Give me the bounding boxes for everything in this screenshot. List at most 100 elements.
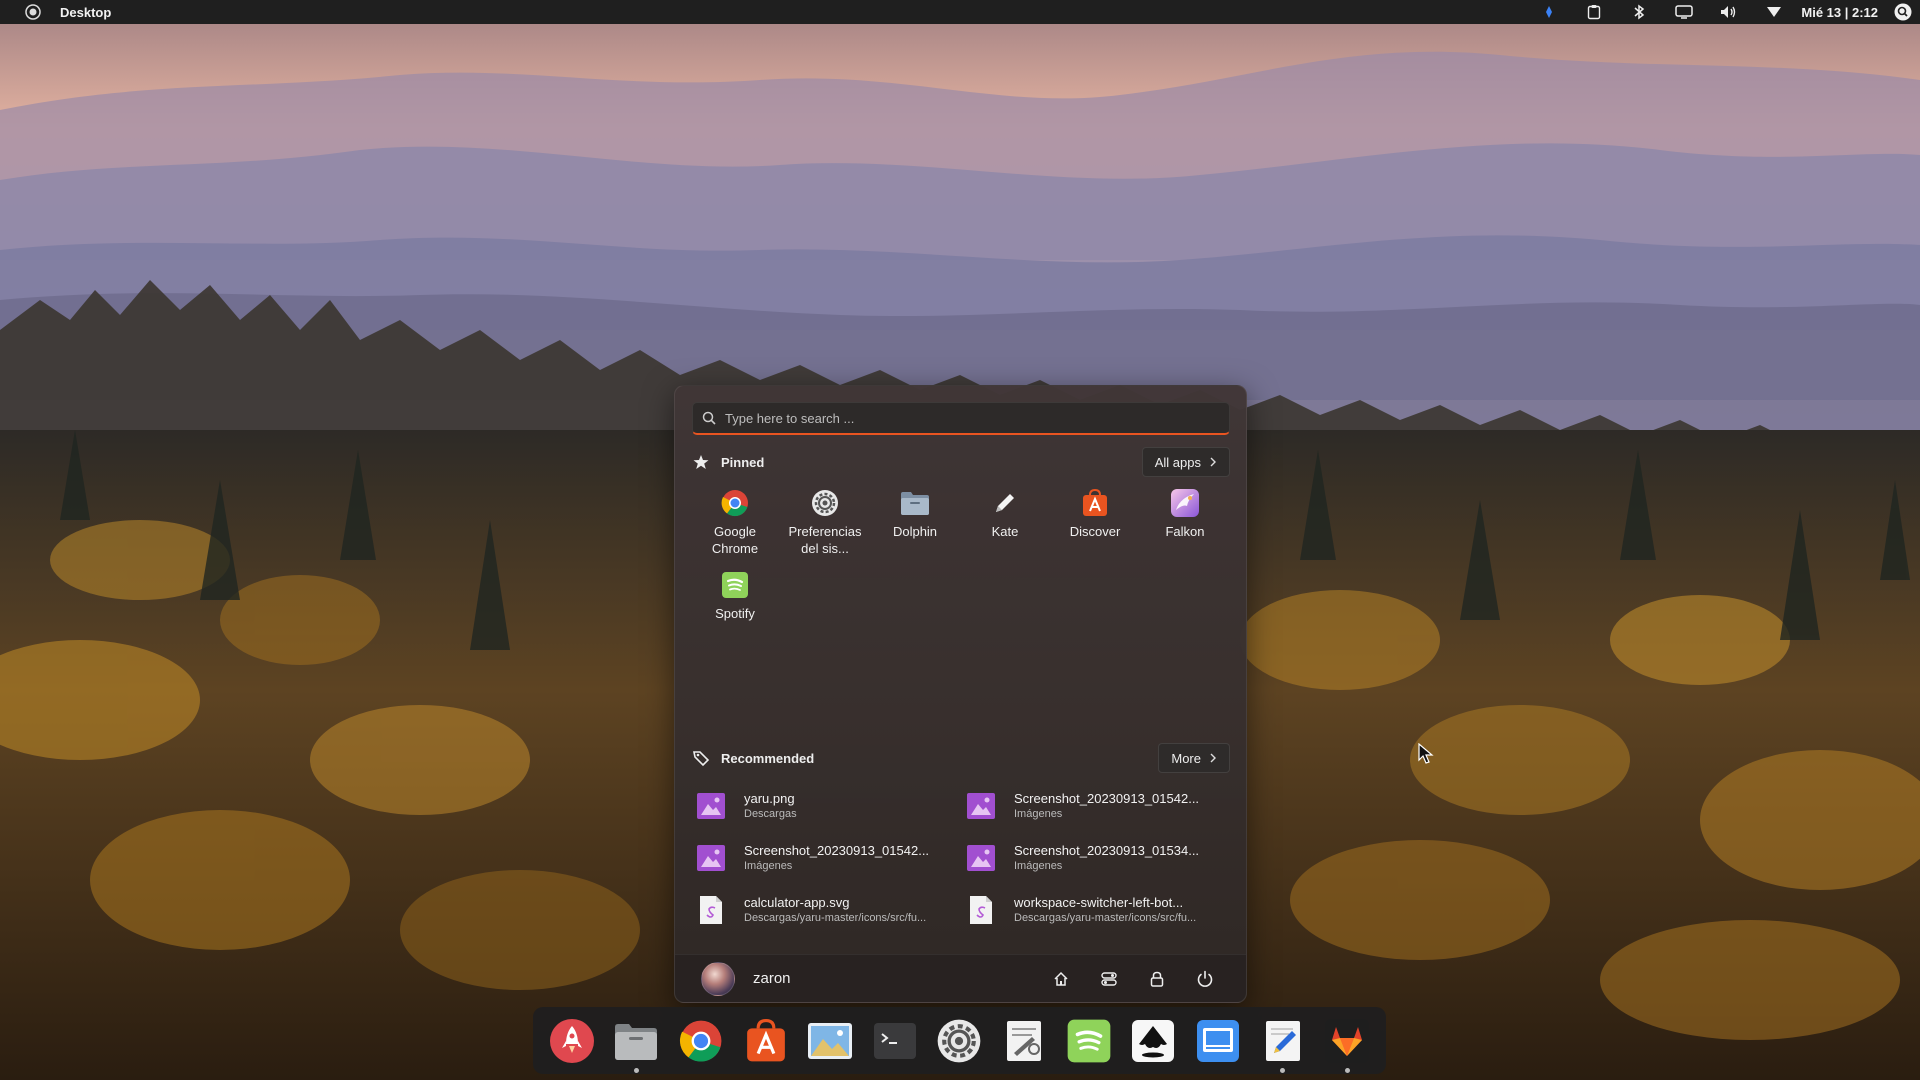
activities-icon — [25, 4, 41, 20]
home-button[interactable] — [1050, 968, 1072, 990]
files-icon — [615, 1023, 658, 1060]
chevron-right-icon — [1210, 457, 1216, 467]
pinned-title: Pinned — [721, 454, 765, 470]
top-panel: Desktop Mié 13 | 2:12 — [0, 0, 1920, 24]
image-viewer-icon — [808, 1022, 853, 1059]
more-label: More — [1171, 750, 1201, 766]
settings-toggle-icon — [1101, 972, 1117, 986]
recommended-item-path: Descargas/yaru-master/icons/src/fu... — [744, 912, 927, 924]
folder-icon — [900, 488, 930, 518]
settings-toggle-button[interactable] — [1098, 968, 1120, 990]
wifi-indicator[interactable] — [1763, 1, 1785, 23]
falkon-icon — [1170, 488, 1200, 518]
recommended-item-path: Imágenes — [744, 860, 793, 872]
pencil-icon — [990, 488, 1020, 518]
inkscape-icon — [1132, 1019, 1175, 1062]
window-title: Desktop — [60, 4, 112, 20]
lock-button[interactable] — [1146, 968, 1168, 990]
gitlab-icon — [1325, 1018, 1370, 1063]
running-indicator — [1344, 1067, 1350, 1073]
wifi-icon — [1767, 7, 1782, 17]
image-file-icon — [966, 843, 996, 873]
avatar[interactable] — [701, 961, 735, 996]
recommended-item-path: Imágenes — [1014, 860, 1063, 872]
running-indicator — [1280, 1067, 1285, 1073]
volume-indicator[interactable] — [1718, 1, 1740, 23]
dock-item-launcher[interactable] — [546, 1015, 598, 1067]
system-settings-icon — [938, 1019, 981, 1062]
image-file-icon — [696, 843, 726, 873]
dock-item-text-editor[interactable] — [1257, 1015, 1309, 1073]
recommended-item[interactable]: Screenshot_20230913_01542... Imágenes — [692, 836, 962, 880]
dock-item-software-store[interactable] — [740, 1015, 792, 1067]
dock-item-chrome[interactable] — [675, 1015, 727, 1067]
dock — [533, 1007, 1386, 1074]
recommended-item-path: Imágenes — [1014, 808, 1063, 820]
volume-icon — [1721, 6, 1736, 18]
dock-item-system-settings[interactable] — [934, 1015, 986, 1067]
session-actions — [1024, 955, 1216, 1003]
lock-icon — [1150, 971, 1164, 987]
dock-item-screenshot-tool[interactable] — [1192, 1015, 1244, 1067]
app-name: Discover — [1069, 524, 1121, 539]
recommended-title: Recommended — [721, 750, 815, 766]
recommended-item[interactable]: yaru.png Descargas — [692, 784, 962, 828]
recommended-item-name: workspace-switcher-left-bot... — [1014, 895, 1184, 910]
pinned-app-google-chrome[interactable]: Google Chrome — [692, 488, 778, 557]
dock-item-image-viewer[interactable] — [804, 1015, 856, 1067]
discover-store-icon — [1080, 488, 1110, 518]
more-button[interactable]: More — [1158, 743, 1230, 773]
display-indicator[interactable] — [1673, 1, 1695, 23]
pinned-app-falkon[interactable]: Falkon — [1142, 488, 1228, 540]
dock-item-gitlab[interactable] — [1321, 1015, 1373, 1073]
pinned-app-spotify[interactable]: Spotify — [692, 570, 778, 622]
network-indicator[interactable] — [1538, 1, 1560, 23]
home-icon — [1054, 971, 1068, 986]
app-name: Preferencias del sis... — [788, 524, 862, 556]
network-icon — [1546, 6, 1553, 18]
clock[interactable]: Mié 13 | 2:12 — [1801, 5, 1878, 20]
search-input[interactable] — [725, 410, 1229, 426]
app-name: Google Chrome — [711, 524, 759, 556]
tag-icon — [692, 749, 710, 767]
recommended-item[interactable]: calculator-app.svg Descargas/yaru-master… — [692, 888, 962, 932]
dock-item-spotify[interactable] — [1063, 1015, 1115, 1067]
power-button[interactable] — [1194, 968, 1216, 990]
recommended-item[interactable]: Screenshot_20230913_01542... Imágenes — [962, 784, 1232, 828]
software-store-icon — [746, 1018, 785, 1061]
bluetooth-indicator[interactable] — [1628, 1, 1650, 23]
launcher-search-box — [692, 402, 1230, 435]
clipboard-indicator[interactable] — [1583, 1, 1605, 23]
dock-item-inkscape[interactable] — [1127, 1015, 1179, 1067]
image-file-icon — [696, 791, 726, 821]
pointer-icon — [1418, 742, 1434, 764]
pinned-app-dolphin[interactable]: Dolphin — [872, 488, 958, 540]
launcher-footer: zaron — [675, 954, 1246, 1002]
recommended-header: Recommended More — [692, 743, 1230, 773]
recommended-item-path: Descargas — [744, 808, 797, 820]
clipboard-icon — [1588, 5, 1601, 20]
all-apps-button[interactable]: All apps — [1141, 447, 1230, 477]
pinned-app-kate[interactable]: Kate — [962, 488, 1048, 540]
dock-item-terminal[interactable] — [869, 1015, 921, 1067]
spotify-icon — [720, 570, 750, 600]
power-icon — [1197, 970, 1213, 987]
pinned-app-discover[interactable]: Discover — [1052, 488, 1138, 540]
recommended-item-name: yaru.png — [744, 791, 795, 806]
dock-item-system-tools[interactable] — [998, 1015, 1050, 1067]
app-name: Dolphin — [892, 524, 938, 539]
pinned-app-system-settings[interactable]: Preferencias del sis... — [782, 488, 868, 557]
pinned-header: Pinned All apps — [692, 447, 1230, 477]
settings-gear-icon — [810, 488, 840, 518]
user-name[interactable]: zaron — [753, 970, 791, 987]
recommended-item[interactable]: Screenshot_20230913_01534... Imágenes — [962, 836, 1232, 880]
recommended-item[interactable]: workspace-switcher-left-bot... Descargas… — [962, 888, 1232, 932]
app-name: Falkon — [1165, 524, 1205, 539]
activities-button[interactable] — [22, 1, 44, 23]
search-icon — [1894, 3, 1912, 21]
search-button[interactable] — [1892, 1, 1914, 23]
dock-item-files[interactable] — [611, 1015, 663, 1073]
chrome-icon — [679, 1020, 722, 1062]
recommended-item-name: calculator-app.svg — [744, 895, 850, 910]
chrome-icon — [720, 488, 750, 518]
